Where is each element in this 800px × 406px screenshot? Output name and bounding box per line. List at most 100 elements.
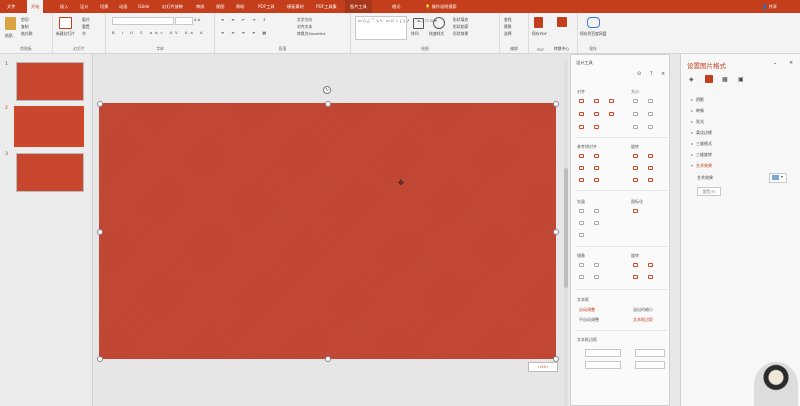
margin-bottom-input[interactable]: [635, 361, 665, 369]
rotate-right-icon[interactable]: [648, 154, 653, 158]
tab-islide[interactable]: iSlide: [138, 0, 149, 13]
flip-icon[interactable]: [648, 166, 653, 170]
tab-animations[interactable]: 动画: [119, 0, 127, 13]
distribute-h-icon[interactable]: [579, 125, 584, 129]
slide-thumbnail[interactable]: [16, 62, 84, 101]
paste-label[interactable]: 粘贴: [5, 33, 13, 39]
format-item-soft-edges[interactable]: ▸ 柔化边缘: [691, 130, 712, 136]
guide-icon[interactable]: [594, 154, 599, 158]
text-none-option[interactable]: 不自动调整: [579, 317, 599, 323]
picture-icon[interactable]: ▣: [738, 76, 744, 83]
paste-options-button[interactable]: (Ctrl): [528, 362, 558, 372]
swap-size-icon[interactable]: [648, 112, 653, 116]
mirror-icon[interactable]: [579, 263, 584, 267]
resize-handle[interactable]: [97, 101, 103, 107]
arrange-icon[interactable]: [413, 18, 424, 29]
format-item-3d-rotation[interactable]: ▸ 三维旋转: [691, 152, 712, 158]
mirror-icon[interactable]: [579, 275, 584, 279]
convert-label[interactable]: 转换中心: [554, 46, 569, 52]
tab-design[interactable]: 设计: [80, 0, 88, 13]
effects-icon[interactable]: [705, 75, 713, 83]
align-middle-icon[interactable]: [594, 112, 599, 116]
format-item-3d-format[interactable]: ▸ 三维格式: [691, 141, 712, 147]
same-width-icon[interactable]: [633, 99, 638, 103]
cloud-icon[interactable]: [587, 17, 600, 28]
text-shrink-option[interactable]: 溢出时缩小: [633, 307, 653, 313]
shapes-gallery[interactable]: ▭○△⌒↘↖ ▭⬠☆{}↗ ⌒⏢◇☐⊙≡: [355, 16, 437, 40]
rotate-icon[interactable]: [633, 263, 638, 267]
same-size-icon[interactable]: [633, 112, 638, 116]
convert-icon[interactable]: [557, 17, 567, 27]
text-autofit-option[interactable]: 自动调整: [579, 307, 595, 313]
arrange-label[interactable]: 排列: [411, 31, 419, 37]
fill-icon[interactable]: [648, 125, 653, 129]
resize-handle[interactable]: [553, 229, 559, 235]
shape-fill-button[interactable]: 形状填充: [453, 17, 468, 23]
copy-button[interactable]: 复制: [21, 24, 29, 30]
layout-button[interactable]: 版式: [82, 17, 90, 23]
format-item-artistic-effects[interactable]: ▾ 艺术效果: [691, 163, 712, 169]
format-item-reflection[interactable]: ▸ 映像: [691, 108, 704, 114]
resize-handle[interactable]: [97, 229, 103, 235]
quick-styles-icon[interactable]: [433, 17, 445, 29]
save-cloud-label[interactable]: 保存到百度网盘: [580, 31, 608, 36]
tab-pdf-tools[interactable]: PDF工具: [258, 0, 275, 13]
align-left-icon[interactable]: [579, 99, 584, 103]
flip-icon[interactable]: [633, 166, 638, 170]
slide-thumbnail[interactable]: [16, 153, 84, 192]
tab-format[interactable]: 格式: [392, 0, 400, 13]
selected-picture[interactable]: [99, 103, 556, 359]
font-size-select[interactable]: [175, 17, 193, 25]
scrollbar-thumb[interactable]: [564, 168, 568, 288]
guide-icon[interactable]: [579, 154, 584, 158]
guide-icon[interactable]: [579, 166, 584, 170]
rotate-left-icon[interactable]: [633, 154, 638, 158]
chevron-down-icon[interactable]: ⌄: [773, 60, 777, 66]
replace-button[interactable]: 替换: [504, 24, 512, 30]
tab-transitions[interactable]: 切换: [100, 0, 108, 13]
vector-icon[interactable]: [594, 221, 599, 225]
format-item-glow[interactable]: ▸ 发光: [691, 119, 704, 125]
rotate-icon[interactable]: [648, 275, 653, 279]
section-button[interactable]: 节: [82, 31, 86, 37]
same-height-icon[interactable]: [648, 99, 653, 103]
mirror-icon[interactable]: [594, 263, 599, 267]
vector-icon[interactable]: [579, 233, 584, 237]
list-icons[interactable]: ≡ ≡ ⇤ ⇥ ↕: [221, 17, 269, 22]
margin-right-input[interactable]: [635, 349, 665, 357]
distribute-v-icon[interactable]: [594, 125, 599, 129]
text-direction-button[interactable]: 文字方向: [297, 17, 312, 23]
text-margin-option[interactable]: 文本框边距: [633, 317, 653, 323]
align-center-icon[interactable]: [594, 99, 599, 103]
fill-line-icon[interactable]: ◈: [689, 76, 694, 83]
settings-icon[interactable]: ⊙: [637, 71, 641, 77]
quick-styles-label[interactable]: 快速样式: [429, 31, 444, 37]
margin-left-input[interactable]: [585, 349, 621, 357]
resize-handle[interactable]: [325, 101, 331, 107]
save-pdf-label[interactable]: 保存PDF: [532, 31, 547, 37]
new-slide-label[interactable]: 新建幻灯片: [56, 31, 75, 37]
format-item-shadow[interactable]: ▸ 阴影: [691, 97, 704, 103]
pdf-icon[interactable]: [534, 17, 543, 28]
guide-icon[interactable]: [579, 178, 584, 182]
vector-icon[interactable]: [579, 221, 584, 225]
tab-home[interactable]: 开始: [27, 0, 44, 13]
guide-icon[interactable]: [594, 178, 599, 182]
tab-help[interactable]: 帮助: [236, 0, 244, 13]
cut-button[interactable]: 剪切: [21, 17, 29, 23]
tab-file[interactable]: 文件: [7, 0, 15, 13]
grow-font-icon[interactable]: A A: [194, 17, 200, 22]
shape-effects-button[interactable]: 形状效果: [453, 31, 468, 37]
tab-template[interactable]: 模板素材: [287, 0, 304, 13]
find-button[interactable]: 查找: [504, 17, 512, 23]
rotate-handle-icon[interactable]: ↻: [323, 86, 331, 94]
tab-view[interactable]: 视图: [216, 0, 224, 13]
align-right-icon[interactable]: [609, 99, 614, 103]
mirror-icon[interactable]: [594, 275, 599, 279]
resize-handle[interactable]: [553, 101, 559, 107]
flip-icon[interactable]: [633, 178, 638, 182]
tab-review[interactable]: 审阅: [196, 0, 204, 13]
reset-button[interactable]: 重置: [82, 24, 90, 30]
flip-icon[interactable]: [648, 178, 653, 182]
reset-button[interactable]: 重置(R): [697, 187, 721, 196]
